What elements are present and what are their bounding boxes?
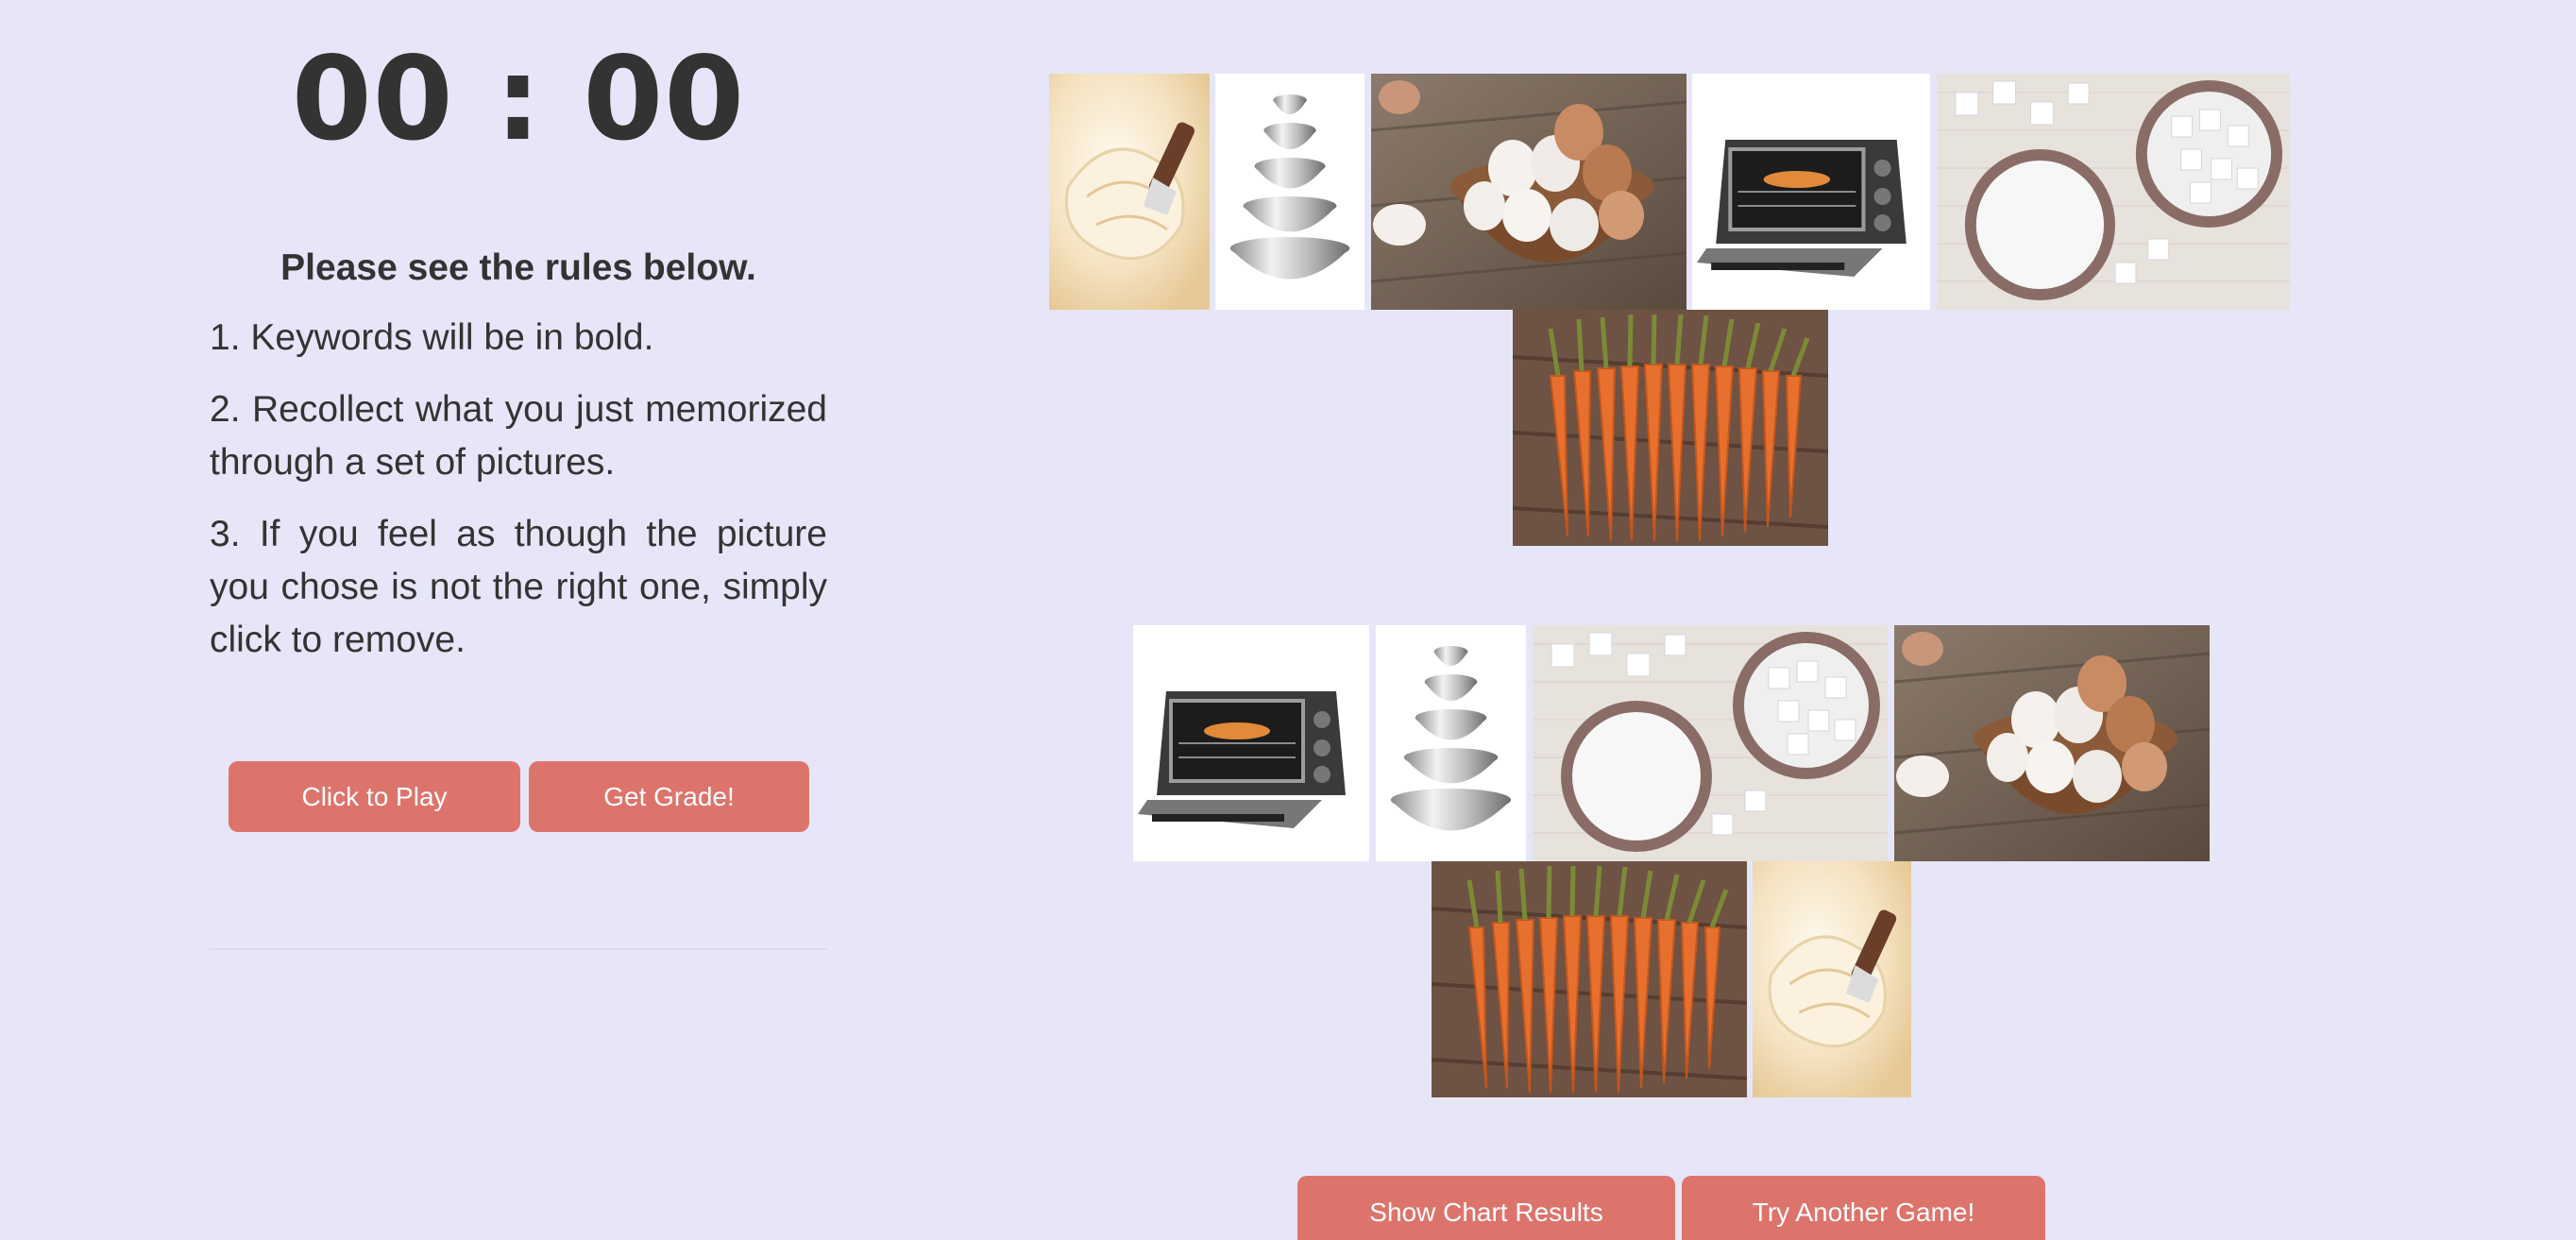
top-image-butter[interactable]	[1049, 74, 1210, 310]
rules-title: Please see the rules below.	[280, 247, 756, 288]
eggs-icon	[1371, 74, 1686, 310]
rules-list: 1. Keywords will be in bold. 2. Recollec…	[210, 312, 827, 686]
rule-1: 1. Keywords will be in bold.	[210, 317, 654, 358]
grade-button[interactable]: Get Grade!	[529, 761, 809, 832]
show-chart-button[interactable]: Show Chart Results	[1297, 1176, 1675, 1240]
carrots-icon	[1513, 310, 1828, 546]
sugar-icon	[1937, 74, 2290, 310]
carrots-icon	[1432, 861, 1747, 1097]
top-image-eggs[interactable]	[1371, 74, 1686, 310]
top-image-oven[interactable]	[1692, 74, 1930, 310]
top-image-sugar[interactable]	[1937, 74, 2290, 310]
answer-image-carrots[interactable]	[1432, 861, 1747, 1097]
mixing-bowls-icon	[1215, 74, 1364, 310]
toaster-oven-icon	[1692, 74, 1930, 310]
divider	[210, 948, 827, 950]
play-button[interactable]: Click to Play	[229, 761, 520, 832]
answer-image-oven[interactable]	[1133, 625, 1369, 861]
answer-image-sugar[interactable]	[1533, 625, 1888, 861]
top-image-bowls[interactable]	[1215, 74, 1364, 310]
try-another-button[interactable]: Try Another Game!	[1682, 1176, 2045, 1240]
sugar-icon	[1533, 625, 1888, 861]
answer-image-butter[interactable]	[1753, 861, 1911, 1097]
eggs-icon	[1894, 625, 2210, 861]
mixing-bowls-icon	[1376, 625, 1526, 861]
toaster-oven-icon	[1133, 625, 1369, 861]
answer-image-bowls[interactable]	[1376, 625, 1526, 861]
answer-image-eggs[interactable]	[1894, 625, 2210, 861]
timer: 00 : 00	[291, 32, 746, 166]
rule-3: 3. If you feel as though the picture you…	[210, 514, 827, 660]
top-image-carrots[interactable]	[1513, 310, 1828, 546]
butter-icon	[1049, 74, 1210, 310]
rule-2: 2. Recollect what you just memorized thr…	[210, 389, 827, 483]
butter-icon	[1753, 861, 1911, 1097]
